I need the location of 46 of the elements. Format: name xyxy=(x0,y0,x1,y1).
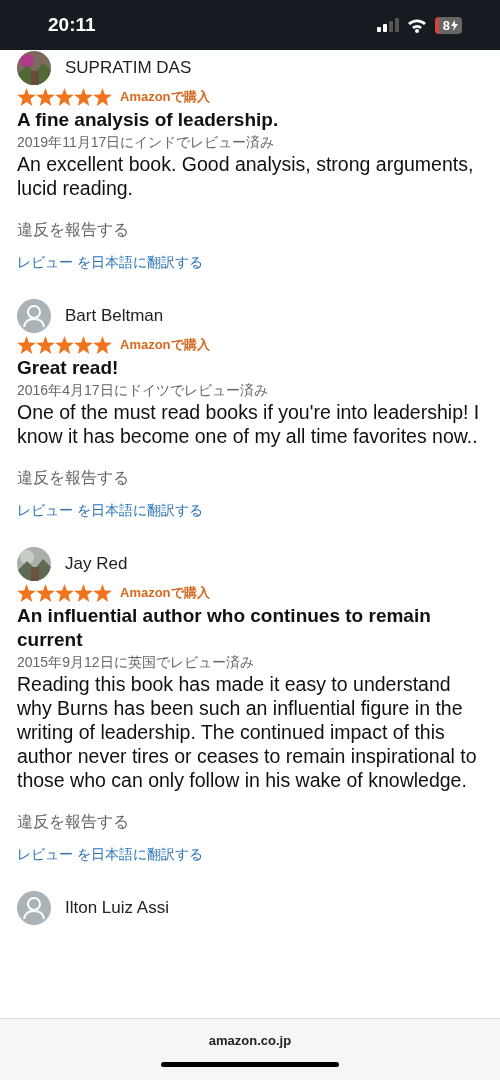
bolt-icon xyxy=(451,19,458,31)
star-icon xyxy=(36,88,55,106)
signal-icon xyxy=(376,18,399,32)
translate-link[interactable]: レビュー を日本語に翻訳する xyxy=(17,500,486,520)
review-date: 2015年9月12日に英国でレビュー済み xyxy=(17,653,255,672)
reviewer-name[interactable]: SUPRATIM DAS xyxy=(65,58,192,78)
star-icon xyxy=(93,88,112,106)
review-text: Reading this book has made it easy to understand why Burns has been such an influential figure in the writing of leadership. The continued impact of this author never tires or ceases to remain inspirational to those who can only follow in his wake of knowledge. xyxy=(17,672,478,792)
status-time: 20:11 xyxy=(48,14,96,36)
star-icon xyxy=(36,584,55,602)
reviewer-name[interactable]: Jay Red xyxy=(65,554,128,574)
review-date: 2016年4月17日にドイツでレビュー済み xyxy=(17,381,269,400)
review-text: One of the must read books if you're into leadership! I know it has become one of my all time favorites now.. xyxy=(17,400,481,448)
battery-indicator: 8 xyxy=(434,16,462,34)
wifi-icon xyxy=(406,17,427,33)
translate-link[interactable]: レビュー を日本語に翻訳する xyxy=(17,252,486,272)
star-icon xyxy=(55,584,74,602)
avatar-icon xyxy=(17,299,51,333)
avatar-icon xyxy=(17,891,51,925)
star-icon xyxy=(74,88,93,106)
star-icon xyxy=(17,336,36,354)
review-date: 2019年11月17日にインドでレビュー済み xyxy=(17,133,276,152)
star-icon xyxy=(17,88,36,106)
translate-link[interactable]: レビュー を日本語に翻訳する xyxy=(17,844,486,864)
review-title[interactable]: Great read! xyxy=(17,356,486,380)
verified-purchase-label: Amazonで購入 xyxy=(120,336,210,354)
verified-purchase-label: Amazonで購入 xyxy=(120,584,210,602)
star-icon xyxy=(74,336,93,354)
report-link[interactable]: 違反を報告する xyxy=(17,466,486,490)
star-icon xyxy=(17,584,36,602)
star-icon xyxy=(55,336,74,354)
url-text[interactable]: amazon.co.jp xyxy=(208,1033,292,1048)
star-icon xyxy=(74,584,93,602)
review-text: An excellent book. Good analysis, strong arguments, lucid reading. xyxy=(17,152,475,200)
star-icon xyxy=(36,336,55,354)
star-icon xyxy=(93,336,112,354)
reviewer-name[interactable]: Ilton Luiz Assi xyxy=(65,898,169,918)
review-title[interactable]: An influential author who continues to remain current xyxy=(17,604,486,652)
report-link[interactable]: 違反を報告する xyxy=(17,218,486,242)
report-link[interactable]: 違反を報告する xyxy=(17,810,486,834)
review-title[interactable]: A fine analysis of leadership. xyxy=(17,108,486,132)
reviewer-name[interactable]: Bart Beltman xyxy=(65,306,164,326)
star-icon xyxy=(55,88,74,106)
verified-purchase-label: Amazonで購入 xyxy=(120,88,210,106)
star-icon xyxy=(93,584,112,602)
home-indicator[interactable] xyxy=(161,1062,339,1067)
